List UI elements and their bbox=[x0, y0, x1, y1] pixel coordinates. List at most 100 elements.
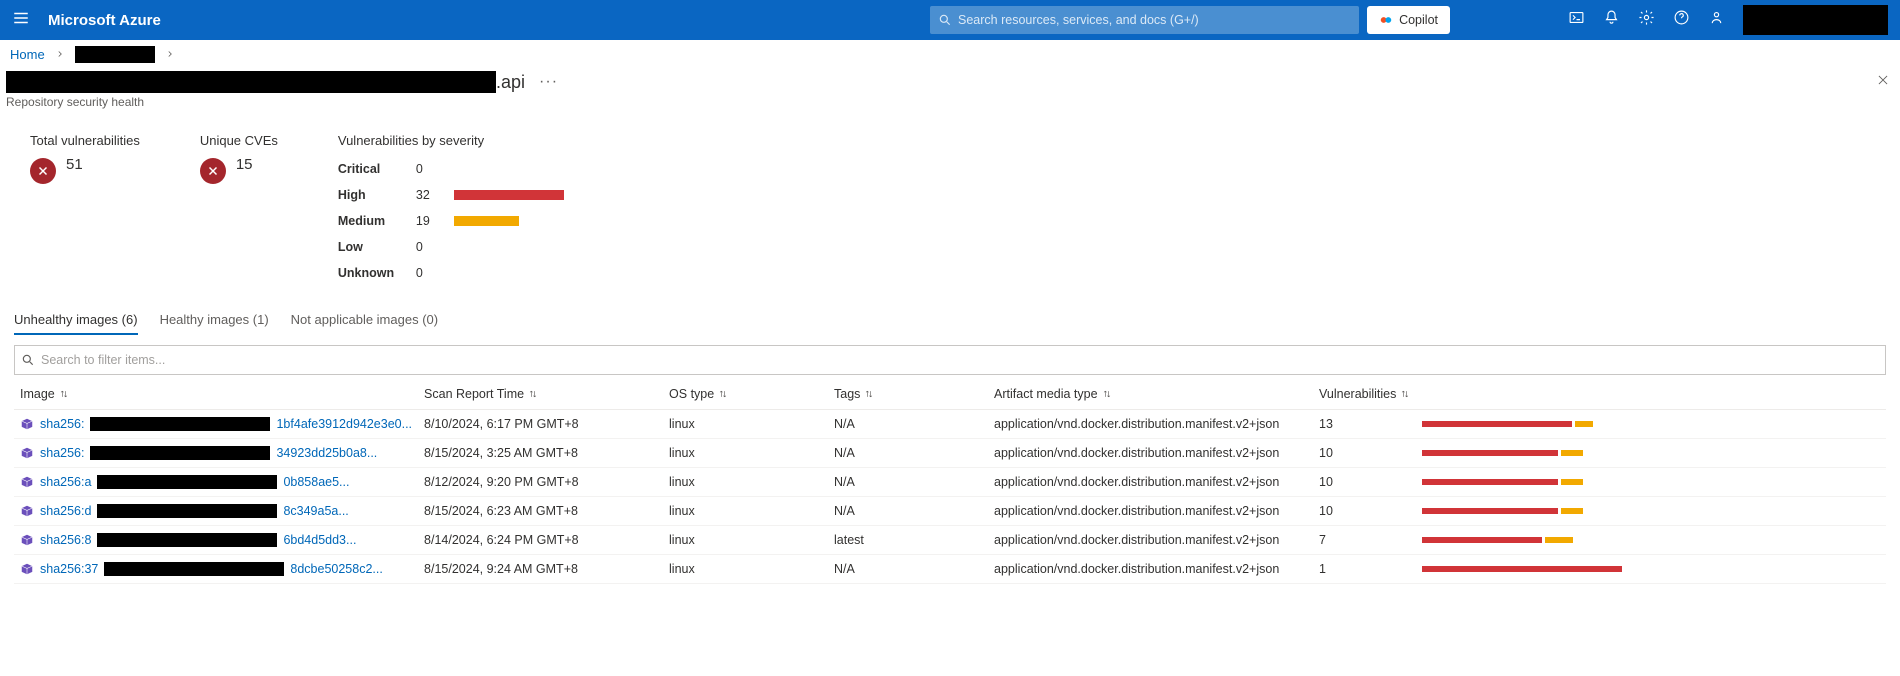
sort-icon bbox=[1102, 389, 1112, 399]
sev-row-high: High 32 bbox=[338, 182, 564, 208]
cell-scan-time: 8/14/2024, 6:24 PM GMT+8 bbox=[418, 526, 663, 555]
more-actions-button[interactable]: ··· bbox=[539, 73, 558, 91]
cell-media: application/vnd.docker.distribution.mani… bbox=[988, 555, 1313, 584]
col-header-tags[interactable]: Tags bbox=[828, 377, 988, 410]
image-digest-suffix[interactable]: 8c349a5a... bbox=[283, 504, 348, 518]
image-digest-link[interactable]: sha256: bbox=[40, 417, 84, 431]
cell-tags: N/A bbox=[828, 410, 988, 439]
image-digest-link[interactable]: sha256:8 bbox=[40, 533, 91, 547]
tab-healthy[interactable]: Healthy images (1) bbox=[160, 306, 269, 335]
image-digest-link[interactable]: sha256:d bbox=[40, 504, 91, 518]
sev-count: 19 bbox=[416, 214, 436, 228]
cell-os: linux bbox=[663, 410, 828, 439]
table-row[interactable]: sha256:37 8dcbe50258c2... 8/15/2024, 9:24 … bbox=[14, 555, 1886, 584]
container-image-icon bbox=[20, 533, 34, 547]
card-severity-label: Vulnerabilities by severity bbox=[338, 133, 564, 148]
cell-os: linux bbox=[663, 526, 828, 555]
breadcrumb-home[interactable]: Home bbox=[10, 47, 45, 62]
brand-label: Microsoft Azure bbox=[48, 12, 161, 29]
col-header-image[interactable]: Image bbox=[14, 377, 418, 410]
sort-icon bbox=[864, 389, 874, 399]
vuln-bar bbox=[1422, 450, 1682, 456]
redacted bbox=[90, 446, 270, 460]
page-title-suffix: .api bbox=[496, 72, 525, 93]
sev-row-unknown: Unknown 0 bbox=[338, 260, 564, 286]
copilot-label: Copilot bbox=[1399, 13, 1438, 27]
container-image-icon bbox=[20, 504, 34, 518]
image-tabs: Unhealthy images (6) Healthy images (1) … bbox=[0, 306, 1900, 335]
filter-input[interactable] bbox=[41, 353, 1879, 367]
vuln-bar bbox=[1422, 479, 1682, 485]
breadcrumb-item-redacted[interactable] bbox=[75, 46, 155, 63]
feedback-icon[interactable] bbox=[1708, 9, 1725, 31]
image-digest-suffix[interactable]: 0b858ae5... bbox=[283, 475, 349, 489]
chevron-right-icon bbox=[55, 47, 65, 62]
image-digest-suffix[interactable]: 34923dd25b0a8... bbox=[276, 446, 377, 460]
card-total-vuln-label: Total vulnerabilities bbox=[30, 133, 140, 148]
cell-vuln-count: 7 bbox=[1313, 526, 1416, 555]
help-icon[interactable] bbox=[1673, 9, 1690, 31]
cell-tags: N/A bbox=[828, 497, 988, 526]
breadcrumb: Home bbox=[0, 40, 1900, 69]
sev-count: 0 bbox=[416, 266, 436, 280]
sev-row-medium: Medium 19 bbox=[338, 208, 564, 234]
global-search[interactable] bbox=[930, 6, 1359, 34]
table-row[interactable]: sha256:8 6bd4d5dd3... 8/14/2024, 6:24 PM G… bbox=[14, 526, 1886, 555]
cell-scan-time: 8/12/2024, 9:20 PM GMT+8 bbox=[418, 468, 663, 497]
redacted bbox=[104, 562, 284, 576]
filter-bar[interactable] bbox=[14, 345, 1886, 375]
cell-scan-time: 8/15/2024, 6:23 AM GMT+8 bbox=[418, 497, 663, 526]
card-severity: Vulnerabilities by severity Critical 0 H… bbox=[338, 133, 564, 286]
image-digest-suffix[interactable]: 6bd4d5dd3... bbox=[283, 533, 356, 547]
search-icon bbox=[21, 353, 35, 367]
sev-bar bbox=[454, 190, 564, 200]
redacted bbox=[97, 533, 277, 547]
settings-icon[interactable] bbox=[1638, 9, 1655, 31]
image-digest-suffix[interactable]: 8dcbe50258c2... bbox=[290, 562, 382, 576]
vuln-bar bbox=[1422, 537, 1682, 543]
col-header-vuln[interactable]: Vulnerabilities bbox=[1313, 377, 1416, 410]
cell-tags: latest bbox=[828, 526, 988, 555]
close-blade-button[interactable] bbox=[1876, 73, 1890, 92]
sort-icon bbox=[528, 389, 538, 399]
global-search-input[interactable] bbox=[958, 13, 1351, 27]
tab-unhealthy[interactable]: Unhealthy images (6) bbox=[14, 306, 138, 335]
cell-tags: N/A bbox=[828, 468, 988, 497]
redacted bbox=[90, 417, 270, 431]
cell-os: linux bbox=[663, 497, 828, 526]
col-header-media[interactable]: Artifact media type bbox=[988, 377, 1313, 410]
container-image-icon bbox=[20, 446, 34, 460]
cell-media: application/vnd.docker.distribution.mani… bbox=[988, 410, 1313, 439]
image-digest-link[interactable]: sha256:37 bbox=[40, 562, 98, 576]
search-icon bbox=[938, 13, 952, 27]
page-title-redacted bbox=[6, 71, 496, 93]
cloud-shell-icon[interactable] bbox=[1568, 9, 1585, 31]
redacted bbox=[97, 475, 277, 489]
error-icon bbox=[200, 158, 226, 184]
notifications-icon[interactable] bbox=[1603, 9, 1620, 31]
image-digest-suffix[interactable]: 1bf4afe3912d942e3e0... bbox=[276, 417, 412, 431]
container-image-icon bbox=[20, 475, 34, 489]
container-image-icon bbox=[20, 562, 34, 576]
col-header-os[interactable]: OS type bbox=[663, 377, 828, 410]
image-digest-link[interactable]: sha256: bbox=[40, 446, 84, 460]
sort-icon bbox=[1400, 389, 1410, 399]
page-subtitle: Repository security health bbox=[0, 93, 1900, 123]
tab-not-applicable[interactable]: Not applicable images (0) bbox=[291, 306, 438, 335]
container-image-icon bbox=[20, 417, 34, 431]
menu-icon[interactable] bbox=[12, 9, 30, 32]
table-row[interactable]: sha256:1bf4afe3912d942e3e0...8/10/2024, … bbox=[14, 410, 1886, 439]
card-total-vuln: Total vulnerabilities 51 bbox=[30, 133, 140, 286]
col-header-scan-time[interactable]: Scan Report Time bbox=[418, 377, 663, 410]
copilot-button[interactable]: Copilot bbox=[1367, 6, 1450, 34]
topbar: Microsoft Azure Copilot bbox=[0, 0, 1900, 40]
cell-scan-time: 8/15/2024, 9:24 AM GMT+8 bbox=[418, 555, 663, 584]
sort-icon bbox=[59, 389, 69, 399]
image-digest-link[interactable]: sha256:a bbox=[40, 475, 91, 489]
chevron-right-icon bbox=[165, 47, 175, 62]
table-row[interactable]: sha256:34923dd25b0a8...8/15/2024, 3:25 A… bbox=[14, 439, 1886, 468]
account-area[interactable] bbox=[1743, 5, 1888, 35]
cell-vuln-count: 10 bbox=[1313, 497, 1416, 526]
table-row[interactable]: sha256:a 0b858ae5... 8/12/2024, 9:20 PM GM… bbox=[14, 468, 1886, 497]
table-row[interactable]: sha256:d 8c349a5a... 8/15/2024, 6:23 AM GM… bbox=[14, 497, 1886, 526]
